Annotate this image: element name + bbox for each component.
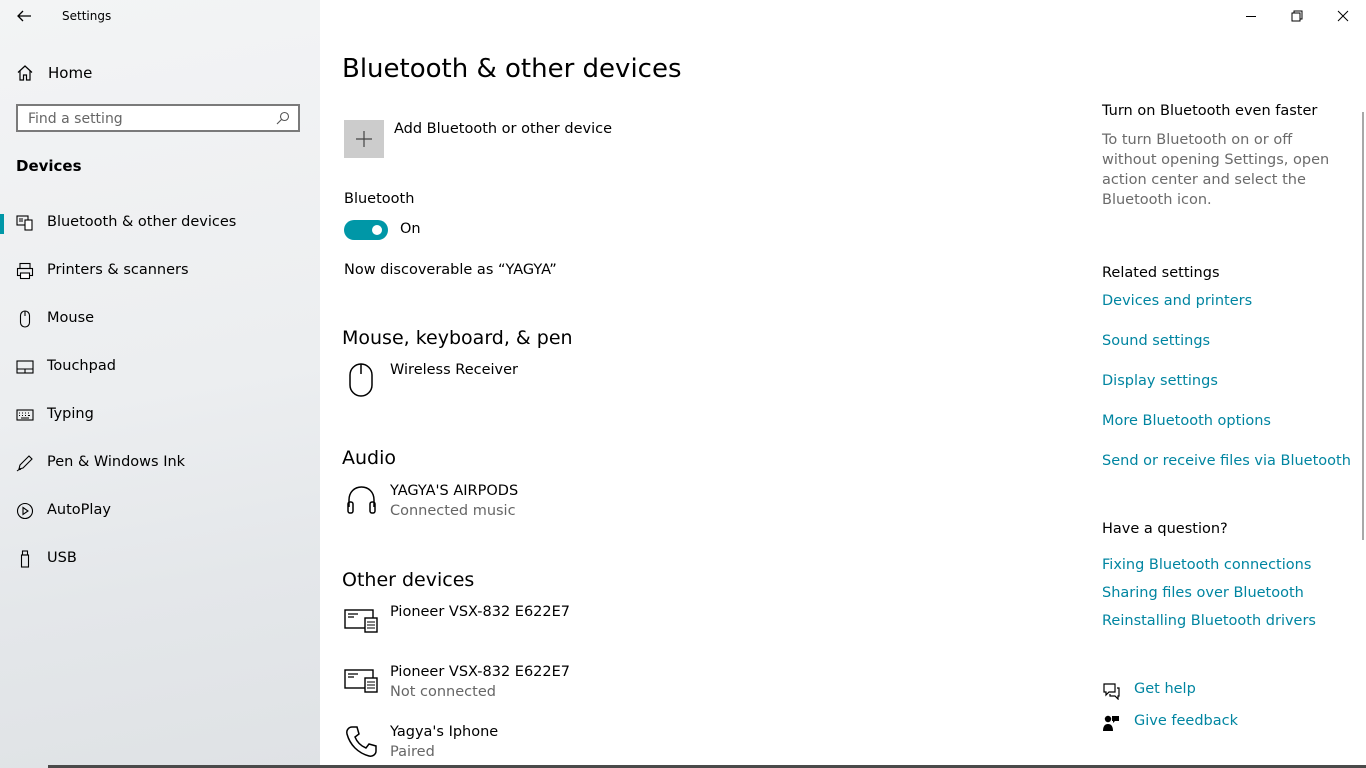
- home-label: Home: [48, 64, 93, 82]
- sidebar-item-printers[interactable]: Printers & scanners: [0, 248, 320, 296]
- close-icon: [1337, 10, 1349, 22]
- link-fixing-bluetooth[interactable]: Fixing Bluetooth connections: [1102, 557, 1311, 573]
- give-feedback-label: Give feedback: [1134, 713, 1238, 729]
- back-arrow-icon[interactable]: [14, 6, 34, 26]
- device-item[interactable]: Pioneer VSX-832 E622E7: [344, 604, 944, 648]
- minimize-button[interactable]: [1239, 6, 1263, 26]
- link-more-bluetooth-options[interactable]: More Bluetooth options: [1102, 413, 1271, 429]
- headphones-icon: [344, 483, 380, 519]
- device-item[interactable]: Yagya's Iphone Paired: [344, 724, 944, 768]
- device-name: Pioneer VSX-832 E622E7: [390, 604, 571, 620]
- group-title-audio: Audio: [342, 447, 397, 469]
- sidebar-item-autoplay[interactable]: AutoPlay: [0, 488, 320, 536]
- toggle-state-label: On: [400, 221, 421, 237]
- link-devices-and-printers[interactable]: Devices and printers: [1102, 293, 1252, 309]
- link-sound-settings[interactable]: Sound settings: [1102, 333, 1210, 349]
- faster-description: To turn Bluetooth on or off without open…: [1102, 132, 1330, 208]
- add-device-label[interactable]: Add Bluetooth or other device: [394, 121, 612, 137]
- close-button[interactable]: [1331, 6, 1355, 26]
- add-device-button[interactable]: [344, 120, 384, 158]
- sidebar-item-label: Touchpad: [47, 358, 116, 374]
- device-name: Yagya's Iphone: [390, 724, 499, 740]
- sidebar-item-label: Mouse: [47, 310, 95, 326]
- printer-icon: [16, 262, 34, 280]
- home-nav-item[interactable]: Home: [16, 62, 92, 84]
- bluetooth-label: Bluetooth: [344, 191, 415, 207]
- faster-heading: Turn on Bluetooth even faster: [1102, 103, 1318, 119]
- minimize-icon: [1245, 10, 1257, 22]
- sidebar-item-label: Printers & scanners: [47, 262, 189, 278]
- group-title-other: Other devices: [342, 569, 475, 591]
- get-help-label: Get help: [1134, 681, 1196, 697]
- media-device-icon: [344, 664, 380, 700]
- restore-button[interactable]: [1285, 6, 1309, 26]
- device-name: YAGYA'S AIRPODS: [390, 483, 519, 499]
- scrollbar[interactable]: [1362, 112, 1364, 540]
- search-input[interactable]: Find a setting: [16, 104, 300, 132]
- question-heading: Have a question?: [1102, 521, 1228, 537]
- sidebar-item-label: Pen & Windows Ink: [47, 454, 186, 470]
- group-title-mouse: Mouse, keyboard, & pen: [342, 327, 573, 349]
- toggle-knob: [372, 225, 382, 235]
- autoplay-icon: [16, 502, 34, 520]
- keyboard-icon: [16, 406, 34, 424]
- sidebar-item-mouse[interactable]: Mouse: [0, 296, 320, 344]
- media-device-icon: [344, 604, 380, 640]
- sidebar-item-pen[interactable]: Pen & Windows Ink: [0, 440, 320, 488]
- link-reinstalling-drivers[interactable]: Reinstalling Bluetooth drivers: [1102, 613, 1316, 629]
- section-heading-devices: Devices: [16, 157, 82, 175]
- discoverable-text: Now discoverable as “YAGYA”: [344, 262, 557, 278]
- restore-icon: [1291, 10, 1303, 22]
- phone-icon: [344, 724, 380, 760]
- window-title: Settings: [62, 9, 112, 23]
- link-send-receive-files[interactable]: Send or receive files via Bluetooth: [1102, 453, 1351, 469]
- device-name: Pioneer VSX-832 E622E7: [390, 664, 571, 680]
- mouse-icon: [16, 310, 34, 328]
- device-item[interactable]: YAGYA'S AIRPODS Connected music: [344, 483, 944, 527]
- device-name: Wireless Receiver: [390, 362, 519, 378]
- sidebar-item-bluetooth[interactable]: Bluetooth & other devices: [0, 200, 320, 248]
- sidebar: Settings Home Find a setting Devices Blu…: [0, 0, 320, 768]
- device-item[interactable]: Pioneer VSX-832 E622E7 Not connected: [344, 664, 944, 708]
- plus-icon: [355, 130, 373, 148]
- page-title: Bluetooth & other devices: [342, 54, 682, 84]
- device-status: Connected music: [390, 503, 516, 519]
- related-settings-heading: Related settings: [1102, 265, 1220, 281]
- pen-icon: [16, 454, 34, 472]
- search-icon[interactable]: [276, 111, 290, 125]
- sidebar-item-typing[interactable]: Typing: [0, 392, 320, 440]
- bluetooth-devices-icon: [16, 214, 34, 232]
- help-chat-icon: [1102, 682, 1120, 700]
- home-icon: [16, 64, 34, 82]
- sidebar-item-touchpad[interactable]: Touchpad: [0, 344, 320, 392]
- link-display-settings[interactable]: Display settings: [1102, 373, 1218, 389]
- search-placeholder: Find a setting: [28, 111, 123, 127]
- usb-icon: [16, 550, 34, 568]
- sidebar-item-label: AutoPlay: [47, 502, 111, 518]
- bluetooth-toggle[interactable]: [344, 220, 388, 240]
- device-status: Not connected: [390, 684, 496, 700]
- link-sharing-files[interactable]: Sharing files over Bluetooth: [1102, 585, 1304, 601]
- touchpad-icon: [16, 358, 34, 376]
- feedback-icon: [1102, 714, 1120, 732]
- sidebar-item-label: Typing: [47, 406, 94, 422]
- sidebar-item-usb[interactable]: USB: [0, 536, 320, 584]
- sidebar-item-label: USB: [47, 550, 77, 566]
- sidebar-item-label: Bluetooth & other devices: [47, 214, 237, 230]
- device-item[interactable]: Wireless Receiver: [344, 362, 944, 406]
- mouse-icon: [344, 362, 380, 398]
- device-status: Paired: [390, 744, 435, 760]
- sidebar-nav: Bluetooth & other devices Printers & sca…: [0, 200, 320, 584]
